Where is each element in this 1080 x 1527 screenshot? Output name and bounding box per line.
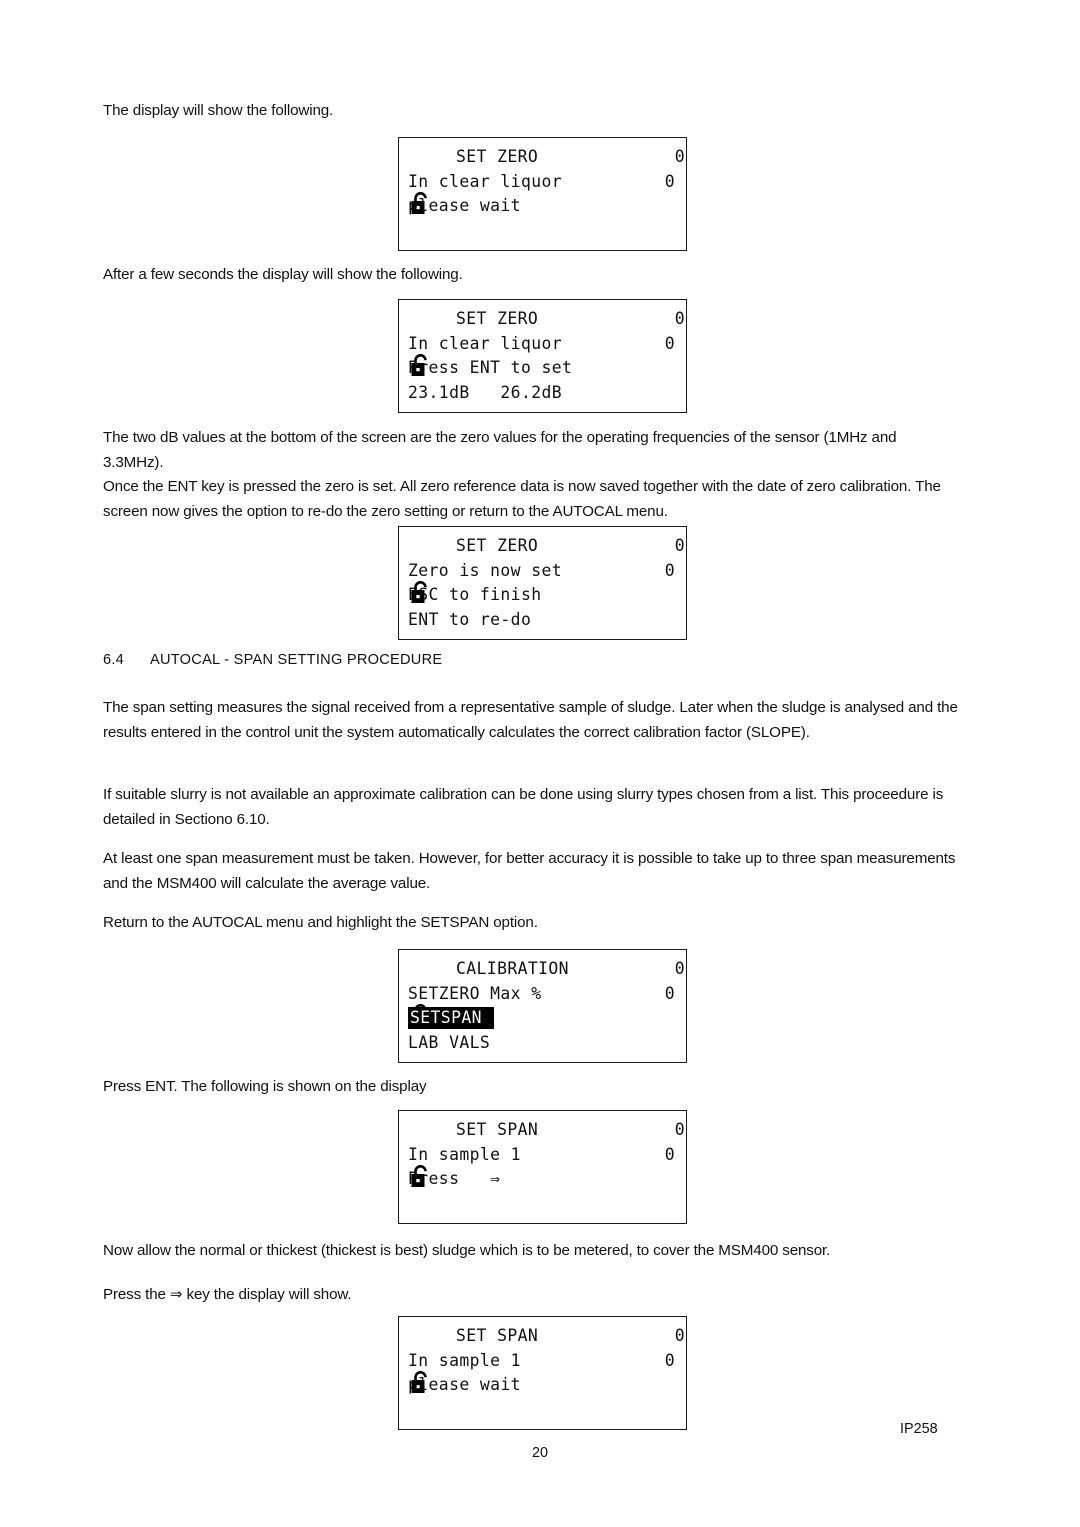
- lcd-title: CALIBRATION: [456, 959, 569, 978]
- lcd-line-3-text-with-arrow: Press ⇒: [408, 1169, 501, 1189]
- lcd-line-3-text: Press ENT to set: [408, 358, 573, 378]
- lcd-line-3: ESC to finish: [399, 583, 686, 608]
- lcd-line-2-text: Zero is now set: [408, 560, 563, 580]
- lcd-line-3: please wait: [399, 194, 686, 219]
- lcd-line-2: In clear liquor 0: [399, 332, 686, 357]
- lcd-line-2-right-value: 0: [664, 171, 675, 191]
- lcd-display-set-zero-press-ent: SET ZERO 0 In clear liquor 0 Press ENT t…: [398, 299, 687, 414]
- lcd-title-right-value: 0: [674, 147, 685, 166]
- manual-page: The display will show the following. SET…: [0, 0, 1080, 1527]
- lcd-line-2: Zero is now set 0: [399, 559, 686, 584]
- lcd-line-2: In clear liquor 0: [399, 170, 686, 195]
- lcd-title: SET ZERO: [456, 147, 539, 166]
- lcd-line-2-text: In clear liquor: [408, 171, 563, 191]
- lcd-line-2-right-value: 0: [664, 560, 675, 580]
- intro-line-2: After a few seconds the display will sho…: [103, 266, 463, 283]
- paragraph-press-ent: Press ENT. The following is shown on the…: [103, 1078, 427, 1095]
- open-padlock-icon: [409, 142, 433, 215]
- lcd-line-4-text: 23.1dB 26.2dB: [408, 382, 563, 402]
- lcd-line-4: ENT to re-do: [399, 608, 686, 633]
- lcd-title-row: CALIBRATION 0: [399, 954, 686, 1027]
- lcd-line-4: 23.1dB 26.2dB: [399, 381, 686, 406]
- lcd-line-2-right-value: 0: [664, 333, 675, 353]
- menu-item-lab-vals-label: LAB VALS: [408, 1032, 491, 1052]
- lcd-display-set-span-press: SET SPAN 0 In sample 1 0 Press ⇒: [398, 1110, 687, 1225]
- lcd-line-4-text: ENT to re-do: [408, 609, 532, 629]
- lcd-line-2-text: In sample 1: [408, 1144, 521, 1164]
- open-padlock-icon: [409, 1321, 433, 1394]
- intro-line-1: The display will show the following.: [103, 102, 334, 119]
- lcd-line-3-text: please wait: [408, 196, 521, 216]
- lcd-title-right-value: 0: [674, 536, 685, 555]
- lcd-title-row: SET SPAN 0: [399, 1115, 686, 1188]
- paragraph-now-allow: Now allow the normal or thickest (thicke…: [103, 1242, 831, 1259]
- lcd-line-2-right-value: 0: [664, 1144, 675, 1164]
- lcd-line-2-right-value: 0: [664, 1350, 675, 1370]
- open-padlock-icon: [409, 1115, 433, 1188]
- paragraph-press-key: Press the ⇒ key the display will show.: [103, 1286, 352, 1303]
- section-title: AUTOCAL - SPAN SETTING PROCEDURE: [150, 652, 443, 668]
- menu-item-lab-vals[interactable]: LAB VALS: [399, 1031, 686, 1056]
- menu-item-setzero[interactable]: SETZERO Max % 0: [399, 982, 686, 1007]
- lcd-line-2-right-value: 0: [664, 983, 675, 1003]
- lcd-line-3: Press ENT to set: [399, 356, 686, 381]
- page-number: 20: [531, 1445, 548, 1461]
- lcd-title-right-value: 0: [674, 1326, 685, 1345]
- menu-item-setspan-label-highlighted: SETSPAN: [408, 1007, 494, 1030]
- lcd-title-row: SET ZERO 0: [399, 304, 686, 377]
- lcd-display-set-zero-wait: SET ZERO 0 In clear liquor 0 please wait: [398, 137, 687, 252]
- lcd-title: SET SPAN: [456, 1326, 539, 1345]
- lcd-line-2: In sample 1 0: [399, 1143, 686, 1168]
- lcd-title-row: SET ZERO 0: [399, 531, 686, 604]
- section-number: 6.4: [103, 652, 125, 668]
- open-padlock-icon: [409, 531, 433, 604]
- lcd-title-row: SET ZERO 0: [399, 142, 686, 215]
- lcd-title-right-value: 0: [674, 959, 685, 978]
- lcd-display-zero-now-set: SET ZERO 0 Zero is now set 0 ESC to fini…: [398, 526, 687, 641]
- menu-item-setzero-label: SETZERO Max %: [408, 983, 542, 1003]
- paragraph-span-intro: The span setting measures the signal rec…: [103, 699, 958, 741]
- lcd-display-set-span-wait: SET SPAN 0 In sample 1 0 please wait: [398, 1316, 687, 1431]
- paragraph-return-autocal: Return to the AUTOCAL menu and highlight…: [103, 914, 538, 931]
- lcd-title-right-value: 0: [674, 1120, 685, 1139]
- lcd-title: SET SPAN: [456, 1120, 539, 1139]
- lcd-title-row: SET SPAN 0: [399, 1321, 686, 1394]
- lcd-display-calibration-menu: CALIBRATION 0 SETZERO Max % 0 SETSPAN LA…: [398, 949, 687, 1064]
- lcd-title: SET ZERO: [456, 536, 539, 555]
- document-code: IP258: [900, 1421, 938, 1437]
- section-heading: 6.4 AUTOCAL - SPAN SETTING PROCEDURE: [103, 650, 442, 670]
- lcd-line-3-text: please wait: [408, 1375, 521, 1395]
- paragraph-db-values: The two dB values at the bottom of the s…: [103, 429, 941, 520]
- lcd-title-right-value: 0: [674, 309, 685, 328]
- lcd-line-2-text: In sample 1: [408, 1350, 521, 1370]
- lcd-line-2-text: In clear liquor: [408, 333, 563, 353]
- lcd-title: SET ZERO: [456, 309, 539, 328]
- menu-item-setspan[interactable]: SETSPAN: [399, 1006, 686, 1031]
- open-padlock-icon: [409, 954, 433, 1027]
- lcd-line-3-text: ESC to finish: [408, 585, 542, 605]
- lcd-line-3: Press ⇒: [399, 1167, 686, 1192]
- lcd-line-3: please wait: [399, 1373, 686, 1398]
- lcd-line-2: In sample 1 0: [399, 1349, 686, 1374]
- paragraph-measurements: At least one span measurement must be ta…: [103, 850, 956, 892]
- paragraph-slurry: If suitable slurry is not available an a…: [103, 786, 944, 828]
- open-padlock-icon: [409, 304, 433, 377]
